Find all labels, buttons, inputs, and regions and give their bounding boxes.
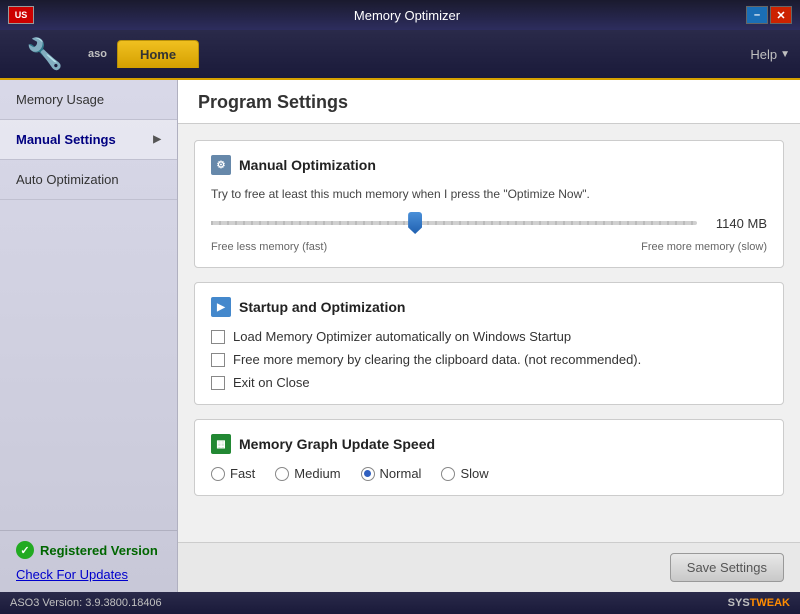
radio-row: Fast Medium Normal Slow — [211, 466, 767, 481]
manual-optimization-section: ⚙ Manual Optimization Try to free at lea… — [194, 140, 784, 268]
checkbox-autoload[interactable] — [211, 330, 225, 344]
checkbox-label-2: Exit on Close — [233, 375, 310, 390]
slider-label-left: Free less memory (fast) — [211, 241, 327, 253]
checkbox-row-1: Free more memory by clearing the clipboa… — [211, 352, 767, 367]
slider-thumb[interactable] — [408, 212, 422, 234]
radio-medium-circle — [275, 467, 289, 481]
status-bar: ASO3 Version: 3.9.3800.18406 SYSTWEAK — [0, 592, 800, 614]
manual-opt-icon: ⚙ — [211, 155, 231, 175]
save-bar: Save Settings — [178, 542, 800, 592]
startup-icon: ▶ — [211, 297, 231, 317]
save-settings-button[interactable]: Save Settings — [670, 553, 784, 582]
app-logo: 🔧 — [10, 32, 80, 76]
slider-row: 1140 MB — [211, 213, 767, 233]
window-controls: – ✕ — [746, 6, 792, 24]
page-title: Program Settings — [178, 80, 800, 124]
sidebar-arrow-icon: ▶ — [153, 134, 161, 145]
close-button[interactable]: ✕ — [770, 6, 792, 24]
graph-title: ▦ Memory Graph Update Speed — [211, 434, 767, 454]
checkbox-clipboard[interactable] — [211, 353, 225, 367]
nav-bar: 🔧 aso Home Help ▼ — [0, 30, 800, 80]
radio-normal[interactable]: Normal — [361, 466, 422, 481]
nav-tabs: Home — [117, 40, 199, 68]
systweak-logo: SYSTWEAK — [728, 597, 790, 609]
sidebar-item-auto-optimization[interactable]: Auto Optimization — [0, 160, 177, 200]
main-layout: Memory Usage Manual Settings ▶ Auto Opti… — [0, 80, 800, 592]
sys-label: SYS — [728, 597, 750, 609]
graph-icon: ▦ — [211, 434, 231, 454]
radio-medium[interactable]: Medium — [275, 466, 340, 481]
radio-normal-circle — [361, 467, 375, 481]
minimize-button[interactable]: – — [746, 6, 768, 24]
window-title: Memory Optimizer — [68, 8, 746, 23]
checkbox-exit-close[interactable] — [211, 376, 225, 390]
radio-medium-label: Medium — [294, 466, 340, 481]
radio-fast[interactable]: Fast — [211, 466, 255, 481]
content-area: Program Settings ⚙ Manual Optimization T… — [178, 80, 800, 592]
tab-home[interactable]: Home — [117, 40, 199, 68]
help-arrow-icon: ▼ — [780, 49, 790, 60]
sidebar: Memory Usage Manual Settings ▶ Auto Opti… — [0, 80, 178, 592]
sidebar-bottom: ✓ Registered Version Check For Updates — [0, 530, 177, 592]
radio-fast-circle — [211, 467, 225, 481]
checkbox-row-0: Load Memory Optimizer automatically on W… — [211, 329, 767, 344]
startup-section: ▶ Startup and Optimization Load Memory O… — [194, 282, 784, 405]
sidebar-item-manual-settings[interactable]: Manual Settings ▶ — [0, 120, 177, 160]
slider-dots — [211, 221, 697, 225]
radio-normal-label: Normal — [380, 466, 422, 481]
slider-label-right: Free more memory (slow) — [641, 241, 767, 253]
checkbox-label-0: Load Memory Optimizer automatically on W… — [233, 329, 571, 344]
radio-slow[interactable]: Slow — [441, 466, 488, 481]
check-updates-link[interactable]: Check For Updates — [16, 567, 128, 582]
checkbox-row-2: Exit on Close — [211, 375, 767, 390]
memory-slider[interactable] — [211, 213, 697, 233]
slider-description: Try to free at least this much memory wh… — [211, 187, 767, 201]
brand-label: aso — [88, 48, 107, 60]
graph-section: ▦ Memory Graph Update Speed Fast Medium … — [194, 419, 784, 496]
registered-icon: ✓ — [16, 541, 34, 559]
slider-value: 1140 MB — [707, 216, 767, 231]
startup-title: ▶ Startup and Optimization — [211, 297, 767, 317]
manual-optimization-title: ⚙ Manual Optimization — [211, 155, 767, 175]
checkbox-label-1: Free more memory by clearing the clipboa… — [233, 352, 641, 367]
registered-badge: ✓ Registered Version — [16, 541, 161, 559]
slider-labels: Free less memory (fast) Free more memory… — [211, 241, 767, 253]
help-button[interactable]: Help ▼ — [750, 47, 790, 62]
registered-label: Registered Version — [40, 543, 158, 558]
version-text: ASO3 Version: 3.9.3800.18406 — [10, 597, 162, 609]
radio-slow-label: Slow — [460, 466, 488, 481]
sidebar-item-memory-usage[interactable]: Memory Usage — [0, 80, 177, 120]
flag-icon: US — [8, 6, 34, 24]
radio-slow-circle — [441, 467, 455, 481]
title-bar: US Memory Optimizer – ✕ — [0, 0, 800, 30]
slider-track — [211, 221, 697, 225]
radio-fast-label: Fast — [230, 466, 255, 481]
tweak-label: TWEAK — [750, 597, 790, 609]
content-body: ⚙ Manual Optimization Try to free at lea… — [178, 124, 800, 542]
